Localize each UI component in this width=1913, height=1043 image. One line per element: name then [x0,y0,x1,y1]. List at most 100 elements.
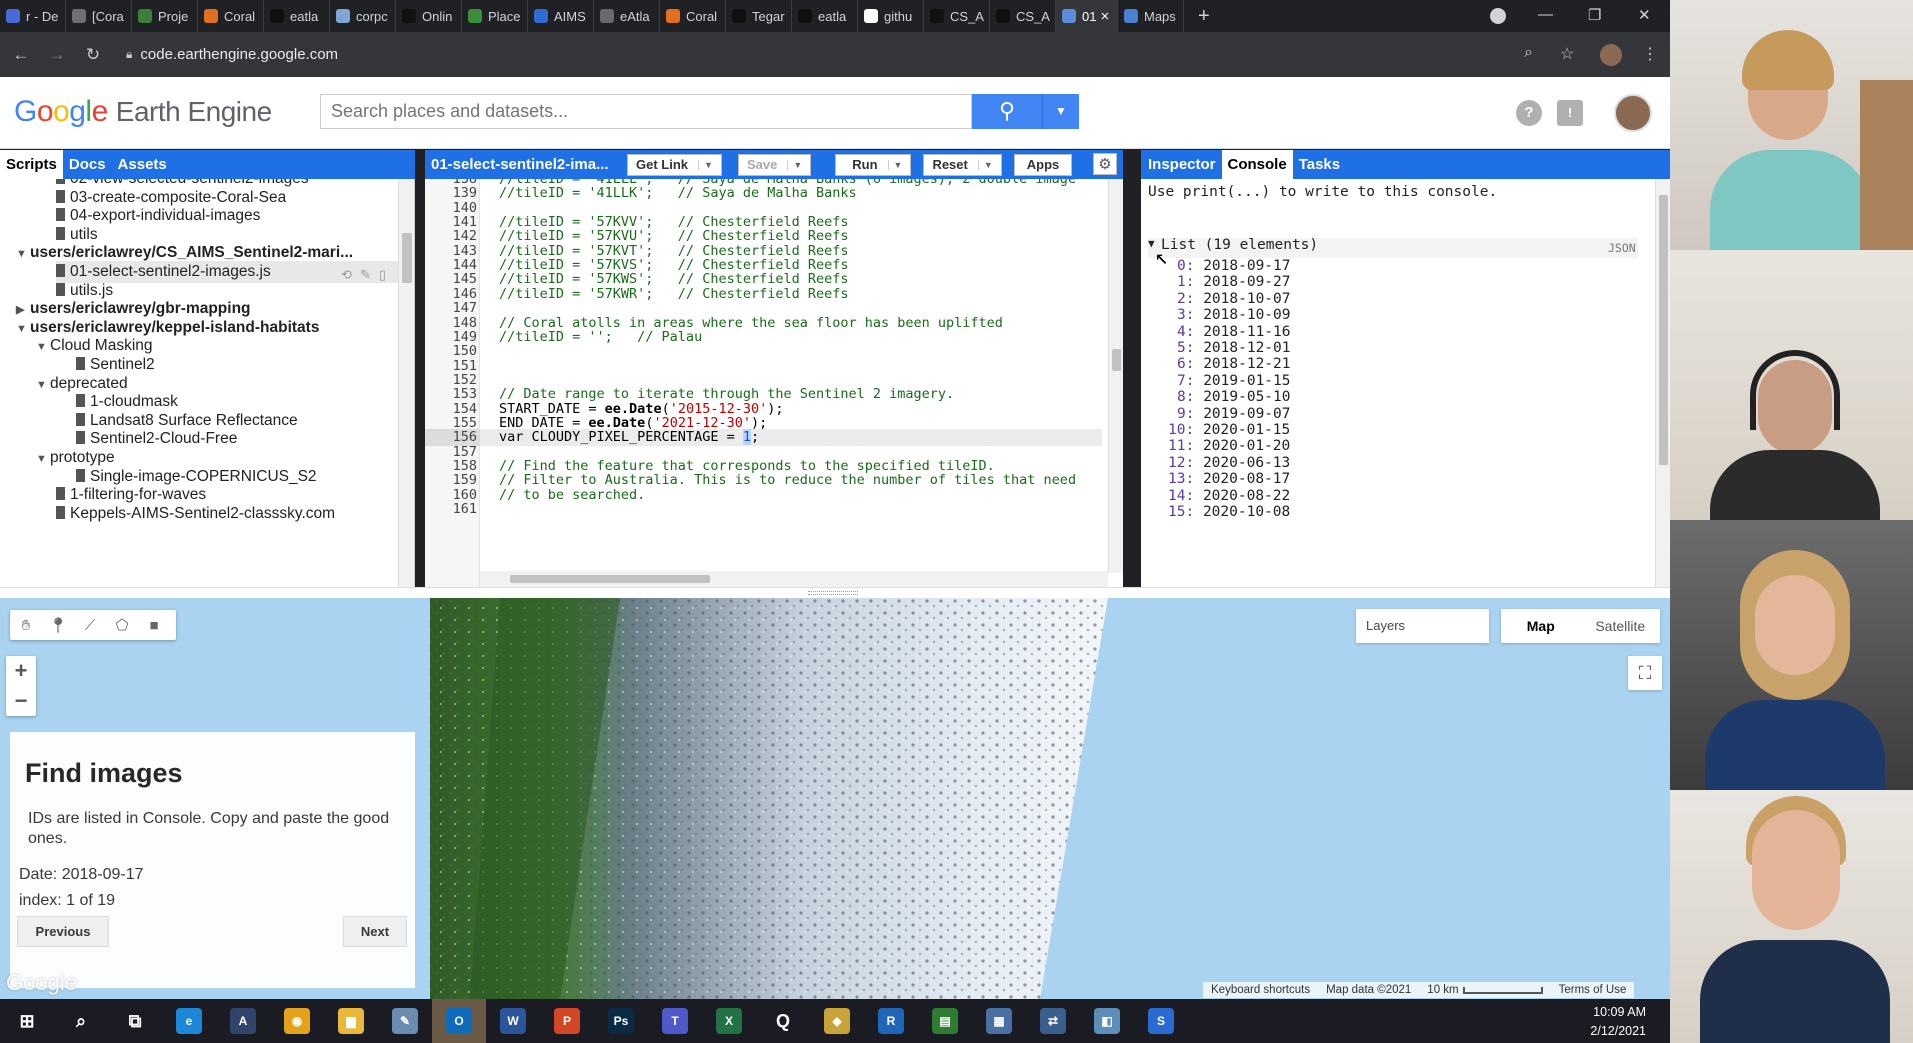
chrome-icon[interactable]: ◉ [270,999,324,1043]
teams-icon[interactable]: T [648,999,702,1043]
browser-tab[interactable]: corpc [330,0,396,32]
rectangle-icon[interactable]: ■ [138,617,170,634]
restore-icon[interactable]: ❐ [1588,6,1601,24]
outlook-icon[interactable]: O [432,999,486,1043]
editor-scrollbar-h[interactable] [480,571,1108,587]
tab-tasks[interactable]: Tasks [1293,150,1346,179]
r-icon[interactable]: R [864,999,918,1043]
chevron-down-icon[interactable]: ▼ [698,159,713,170]
browser-tab[interactable]: Tegar [726,0,792,32]
zoom-in-button[interactable]: + [6,656,36,686]
chevron-down-icon[interactable]: ▼ [16,243,30,265]
edge-icon[interactable]: e [162,999,216,1043]
console-list-item[interactable]: 2: 2018-10-07 [1177,291,1291,307]
chevron-down-icon[interactable]: ▼ [887,159,902,170]
chevron-down-icon[interactable]: ▼ [36,336,50,358]
save-button[interactable]: Save ▼ [737,153,812,176]
layers-button[interactable]: Layers [1356,609,1489,643]
reload-icon[interactable]: ↻ [78,45,108,65]
line-icon[interactable]: ⟋ [74,617,106,634]
map-type-satellite[interactable]: Satellite [1581,609,1661,643]
console-list-item[interactable]: 12: 2020-06-13 [1168,455,1290,471]
scripts-scroll-thumb[interactable] [402,233,412,283]
chevron-down-icon[interactable]: ▼ [36,374,50,396]
revert-icon[interactable]: ⟲ [341,267,360,282]
map-canvas[interactable]: ✋︎ 📍︎ ⟋ ⬠ ■ + − Find images IDs are list… [0,598,1670,999]
photoshop-icon[interactable]: Ps [594,999,648,1043]
powerpoint-icon[interactable]: P [540,999,594,1043]
feedback-icon[interactable]: ! [1557,100,1583,126]
console-list-item[interactable]: 13: 2020-08-17 [1168,471,1290,487]
chevron-down-icon[interactable]: ▼ [977,159,993,170]
gee-logo[interactable]: Google Earth Engine [14,95,272,129]
search-icon[interactable]: ⌕ [54,999,108,1043]
get-link-button[interactable]: Get Link ▼ [627,153,722,176]
calculator-icon[interactable]: ▦ [972,999,1026,1043]
browser-tab-active[interactable]: 01 × [1056,0,1118,32]
editor-hscroll-thumb[interactable] [510,575,710,583]
tab-assets[interactable]: Assets [112,150,173,179]
browser-menu-icon[interactable]: ⋮ [1642,44,1658,64]
browser-tab[interactable]: Place [462,0,528,32]
console-list-item[interactable]: 10: 2020-01-15 [1168,422,1290,438]
console-scrollbar[interactable] [1655,179,1670,587]
browser-tab[interactable]: eatla [264,0,330,32]
zoom-out-button[interactable]: − [6,686,36,716]
marker-icon[interactable]: 📍︎ [42,616,74,634]
tab-docs[interactable]: Docs [63,150,112,179]
search-options-dropdown[interactable]: ▼ [1042,94,1079,129]
chevron-down-icon[interactable]: ▼ [16,318,30,340]
network-icon[interactable]: ⇄ [1026,999,1080,1043]
zoom-lens-icon[interactable]: ⌕ [1524,44,1533,62]
browser-tab[interactable]: Proje [132,0,198,32]
task-view-icon[interactable]: ⧉ [108,999,162,1043]
search-input[interactable] [320,94,972,129]
browser-tab[interactable]: eatla [792,0,858,32]
git-icon[interactable]: ◆ [810,999,864,1043]
address-bar[interactable]: 🔒︎ code.earthengine.google.com [116,39,1516,70]
back-icon[interactable]: ← [6,45,36,65]
list-expand-icon[interactable]: ▼ [1148,237,1155,250]
new-tab-icon[interactable]: + [1198,5,1210,28]
polygon-icon[interactable]: ⬠ [106,616,138,634]
console-list-item[interactable]: 5: 2018-12-01 [1177,340,1291,356]
console-list-item[interactable]: 14: 2020-08-22 [1168,488,1290,504]
console-list-item[interactable]: 4: 2018-11-16 [1177,324,1291,340]
file-explorer-icon[interactable]: ▆ [324,999,378,1043]
snip-icon[interactable]: ✎ [378,999,432,1043]
splitter-grip[interactable] [808,591,858,595]
qgis-icon[interactable]: Q [756,999,810,1043]
browser-tab[interactable]: Coral [660,0,726,32]
reset-button[interactable]: Reset ▼ [923,153,1002,176]
console-list-item[interactable]: 9: 2019-09-07 [1177,406,1291,422]
previous-button[interactable]: Previous [17,916,109,947]
tab-inspector[interactable]: Inspector [1142,150,1222,179]
browser-tab[interactable]: eAtla [594,0,660,32]
map-type-map[interactable]: Map [1501,609,1581,643]
console-list-item[interactable]: 11: 2020-01-20 [1168,438,1290,454]
forward-icon[interactable]: → [42,45,72,65]
console-list-item[interactable]: 15: 2020-10-08 [1168,504,1290,520]
notes-icon[interactable]: ◧ [1080,999,1134,1043]
help-icon[interactable]: ? [1516,100,1542,126]
list-header[interactable]: List (19 elements) [1161,237,1318,253]
terms-link[interactable]: Terms of Use [1559,984,1627,996]
close-window-icon[interactable]: ✕ [1638,6,1651,24]
gear-icon[interactable]: ⚙ [1093,153,1117,175]
json-toggle[interactable]: JSON [1608,241,1636,255]
editor-scrollbar-v[interactable] [1108,179,1123,573]
fullscreen-icon[interactable]: ⛶ [1628,656,1662,690]
browser-tab[interactable]: Onlin [396,0,462,32]
tab-console[interactable]: Console [1221,150,1293,179]
security-icon[interactable]: A [216,999,270,1043]
console-scroll-thumb[interactable] [1659,195,1668,465]
console-list-item[interactable]: 7: 2019-01-15 [1177,373,1291,389]
console-list-item[interactable]: 1: 2018-09-27 [1177,274,1291,290]
browser-tab[interactable]: CS_A [924,0,990,32]
scripts-scrollbar[interactable] [398,179,414,587]
minimize-icon[interactable]: — [1538,6,1553,23]
browser-tab[interactable]: Coral [198,0,264,32]
skype-icon[interactable]: S [1134,999,1188,1043]
pan-hand-icon[interactable]: ✋︎ [10,617,42,634]
search-button[interactable]: ⚲ [972,94,1042,129]
